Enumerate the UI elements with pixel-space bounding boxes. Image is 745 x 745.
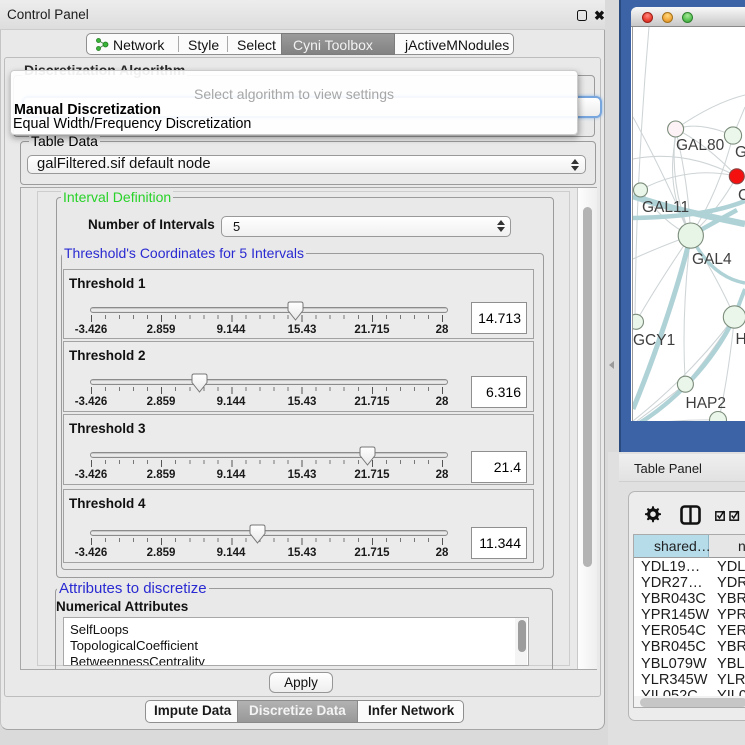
svg-text:HAP2: HAP2 — [686, 395, 727, 412]
svg-text:CY: CY — [738, 187, 745, 204]
svg-text:GCY1: GCY1 — [633, 332, 675, 349]
svg-text:GAL11: GAL11 — [642, 199, 689, 216]
svg-text:GAL4: GAL4 — [692, 251, 732, 268]
svg-text:HO: HO — [736, 331, 745, 348]
svg-text:GAL80: GAL80 — [676, 137, 725, 154]
svg-text:GAL7: GAL7 — [735, 144, 745, 161]
